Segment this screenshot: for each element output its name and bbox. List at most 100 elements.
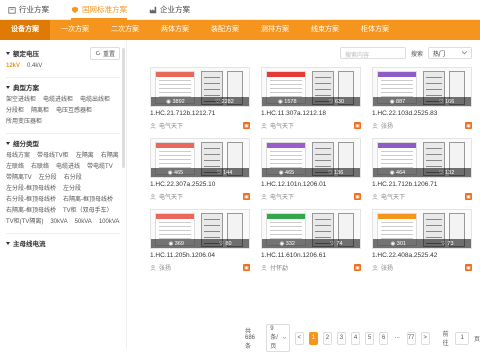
filter-option[interactable]: 分段柜 bbox=[6, 107, 24, 116]
filter-option[interactable]: 右隔离-框顶母线桥 bbox=[6, 207, 56, 216]
page-button[interactable]: 5 bbox=[365, 331, 375, 345]
card-title[interactable]: 1.HC.22.307a.2525.10 bbox=[150, 181, 250, 189]
filter-option[interactable]: 左分段-框顶母线桥 bbox=[6, 185, 56, 194]
card-title[interactable]: 1.HC.11.307a.1212.18 bbox=[261, 110, 361, 118]
sort-select[interactable]: 热门 bbox=[428, 47, 472, 59]
filter-option[interactable]: 右隔离 bbox=[101, 152, 119, 161]
solution-card[interactable]: ◉ 301 ♡ 73 1.HC.22.408a.2525.42 张扬 ▣ bbox=[372, 209, 472, 272]
search-input[interactable]: 搜索内容 bbox=[339, 47, 406, 59]
card-thumbnail[interactable]: ◉ 1578 ♡ 630 bbox=[261, 67, 361, 107]
card-author[interactable]: 电气天下 bbox=[372, 192, 405, 201]
card-author[interactable]: 电气天下 bbox=[261, 192, 294, 201]
subtab-two-body[interactable]: 两体方案 bbox=[150, 20, 200, 40]
tab-industry-solutions[interactable]: 行业方案 bbox=[8, 0, 49, 20]
filter-option[interactable]: TV柜（双母手车） bbox=[63, 207, 113, 216]
page-size-select[interactable]: 9条/页 bbox=[266, 324, 290, 352]
subtab-cabinet[interactable]: 柜体方案 bbox=[350, 20, 400, 40]
card-thumbnail[interactable]: ◉ 369 ♡ 80 bbox=[150, 209, 250, 249]
filter-option[interactable]: 所用变压器柜 bbox=[6, 118, 42, 127]
filter-option[interactable]: 母线方案 bbox=[6, 152, 30, 161]
page-button[interactable]: 2 bbox=[322, 331, 332, 345]
filter-voltage-title[interactable]: 额定电压 bbox=[6, 48, 39, 58]
card-thumbnail[interactable]: ◉ 301 ♡ 73 bbox=[372, 209, 472, 249]
next-page-button[interactable]: > bbox=[420, 331, 430, 345]
card-title[interactable]: 1.HC.21.712b.1212.71 bbox=[150, 110, 250, 118]
sidebar-scrollbar[interactable] bbox=[122, 48, 125, 168]
card-author[interactable]: 电气天下 bbox=[261, 121, 294, 130]
shield-icon bbox=[71, 6, 79, 13]
filter-option[interactable]: 带母线TV柜 bbox=[37, 152, 69, 161]
subtab-wiring[interactable]: 线束方案 bbox=[300, 20, 350, 40]
filter-option[interactable]: 右分段-框顶母线桥 bbox=[6, 196, 56, 205]
solution-card[interactable]: ◉ 465 ♡ 144 1.HC.22.307a.2525.10 电气天下 ▣ bbox=[150, 138, 250, 201]
solution-card[interactable]: ◉ 1578 ♡ 630 1.HC.11.307a.1212.18 电气天下 ▣ bbox=[261, 67, 361, 130]
filter-option[interactable]: 右隔离-框顶母线桥 bbox=[63, 196, 113, 205]
page-button[interactable]: 6 bbox=[379, 331, 389, 345]
filter-typical-title[interactable]: 典型方案 bbox=[6, 82, 39, 92]
card-title[interactable]: 1.HC.22.408a.2525.42 bbox=[372, 252, 472, 260]
filter-busbar-current-title[interactable]: 主母线电流 bbox=[6, 238, 46, 248]
filter-option[interactable]: 电缆进线 bbox=[56, 163, 80, 172]
filter-option[interactable]: 50kVA bbox=[75, 218, 92, 227]
solution-card[interactable]: ◉ 464 ♡ 132 1.HC.21.712b.1206.71 电气天下 ▣ bbox=[372, 138, 472, 201]
card-author[interactable]: 电气天下 bbox=[150, 192, 183, 201]
card-thumbnail[interactable]: ◉ 464 ♡ 132 bbox=[372, 138, 472, 178]
prev-page-button[interactable]: < bbox=[294, 331, 304, 345]
filter-option[interactable]: 0.4kV bbox=[27, 62, 42, 71]
solution-card[interactable]: ◉ 369 ♡ 80 1.HC.11.205h.1206.04 张扬 ▣ bbox=[150, 209, 250, 272]
tab-enterprise-solutions[interactable]: 企业方案 bbox=[149, 0, 190, 20]
solution-card[interactable]: ◉ 465 ♡ 136 1.HC.12.101n.1206.01 电气天下 ▣ bbox=[261, 138, 361, 201]
page-button[interactable]: 4 bbox=[350, 331, 361, 345]
subtab-primary[interactable]: 一次方案 bbox=[50, 20, 100, 40]
solution-card[interactable]: ◉ 887 ♡ 166 1.HC.22.103d.2525.83 张扬 ▣ bbox=[372, 67, 472, 130]
card-author[interactable]: 张扬 bbox=[372, 263, 393, 272]
subtab-equipment[interactable]: 设备方案 bbox=[0, 20, 50, 40]
filter-option[interactable]: 架空进线柜 bbox=[6, 96, 36, 105]
filter-option[interactable]: 带电缆TV bbox=[87, 163, 113, 172]
filter-option[interactable]: 左分段 bbox=[63, 185, 81, 194]
card-thumbnail[interactable]: ◉ 3892 ♡ 2282 bbox=[150, 67, 250, 107]
card-thumbnail[interactable]: ◉ 887 ♡ 166 bbox=[372, 67, 472, 107]
views-count: ◉ 301 bbox=[390, 240, 406, 247]
filter-option[interactable]: 带隔离TV bbox=[6, 174, 32, 183]
filter-option[interactable]: 右分段 bbox=[64, 174, 82, 183]
reset-button[interactable]: 重置 bbox=[89, 46, 120, 60]
card-author[interactable]: 付怀勐 bbox=[261, 263, 288, 272]
filter-option[interactable]: 电缆出线柜 bbox=[80, 96, 110, 105]
card-title[interactable]: 1.HC.11.205h.1206.04 bbox=[150, 252, 250, 260]
filter-subtype-title[interactable]: 细分类型 bbox=[6, 138, 39, 148]
card-author[interactable]: 电气天下 bbox=[150, 121, 183, 130]
filter-option[interactable]: 左分段 bbox=[39, 174, 57, 183]
page-ellipsis[interactable]: ... bbox=[393, 331, 402, 345]
card-thumbnail[interactable]: ◉ 465 ♡ 144 bbox=[150, 138, 250, 178]
tab-state-grid-solutions[interactable]: 国网标准方案 bbox=[71, 0, 127, 20]
filter-option[interactable]: 电缆进线柜 bbox=[43, 96, 73, 105]
card-thumbnail[interactable]: ◉ 332 ♡ 74 bbox=[261, 209, 361, 249]
card-title[interactable]: 1.HC.21.712b.1206.71 bbox=[372, 181, 472, 189]
card-author[interactable]: 张扬 bbox=[150, 263, 171, 272]
card-author[interactable]: 张扬 bbox=[372, 121, 393, 130]
card-title[interactable]: 1.HC.12.101n.1206.01 bbox=[261, 181, 361, 189]
search-button[interactable]: 搜索 bbox=[411, 49, 423, 58]
page-button[interactable]: 77 bbox=[406, 331, 416, 345]
page-button[interactable]: 1 bbox=[308, 331, 318, 345]
filter-option[interactable]: 12kV bbox=[6, 62, 20, 71]
page-button[interactable]: 3 bbox=[336, 331, 346, 345]
solution-card[interactable]: ◉ 3892 ♡ 2282 1.HC.21.712b.1212.71 电气天下 … bbox=[150, 67, 250, 130]
solution-card[interactable]: ◉ 332 ♡ 74 1.HC.11.610n.1206.61 付怀勐 ▣ bbox=[261, 209, 361, 272]
filter-option[interactable]: 100kVA bbox=[99, 218, 120, 227]
filter-option[interactable]: 右联络 bbox=[31, 163, 49, 172]
filter-option[interactable]: 左联络 bbox=[6, 163, 24, 172]
filter-option[interactable]: 30kVA bbox=[50, 218, 67, 227]
filter-option[interactable]: TV柜(TV隔离) bbox=[6, 218, 43, 227]
goto-page-input[interactable]: 1 bbox=[455, 331, 469, 345]
card-title[interactable]: 1.HC.22.103d.2525.83 bbox=[372, 110, 472, 118]
filter-option[interactable]: 隔离柜 bbox=[31, 107, 49, 116]
filter-option[interactable]: 电压互感器柜 bbox=[56, 107, 92, 116]
subtab-secondary[interactable]: 二次方案 bbox=[100, 20, 150, 40]
card-title[interactable]: 1.HC.11.610n.1206.61 bbox=[261, 252, 361, 260]
subtab-busbar[interactable]: 测排方案 bbox=[250, 20, 300, 40]
card-thumbnail[interactable]: ◉ 465 ♡ 136 bbox=[261, 138, 361, 178]
filter-option[interactable]: 左隔离 bbox=[76, 152, 94, 161]
subtab-assembly[interactable]: 装配方案 bbox=[200, 20, 250, 40]
